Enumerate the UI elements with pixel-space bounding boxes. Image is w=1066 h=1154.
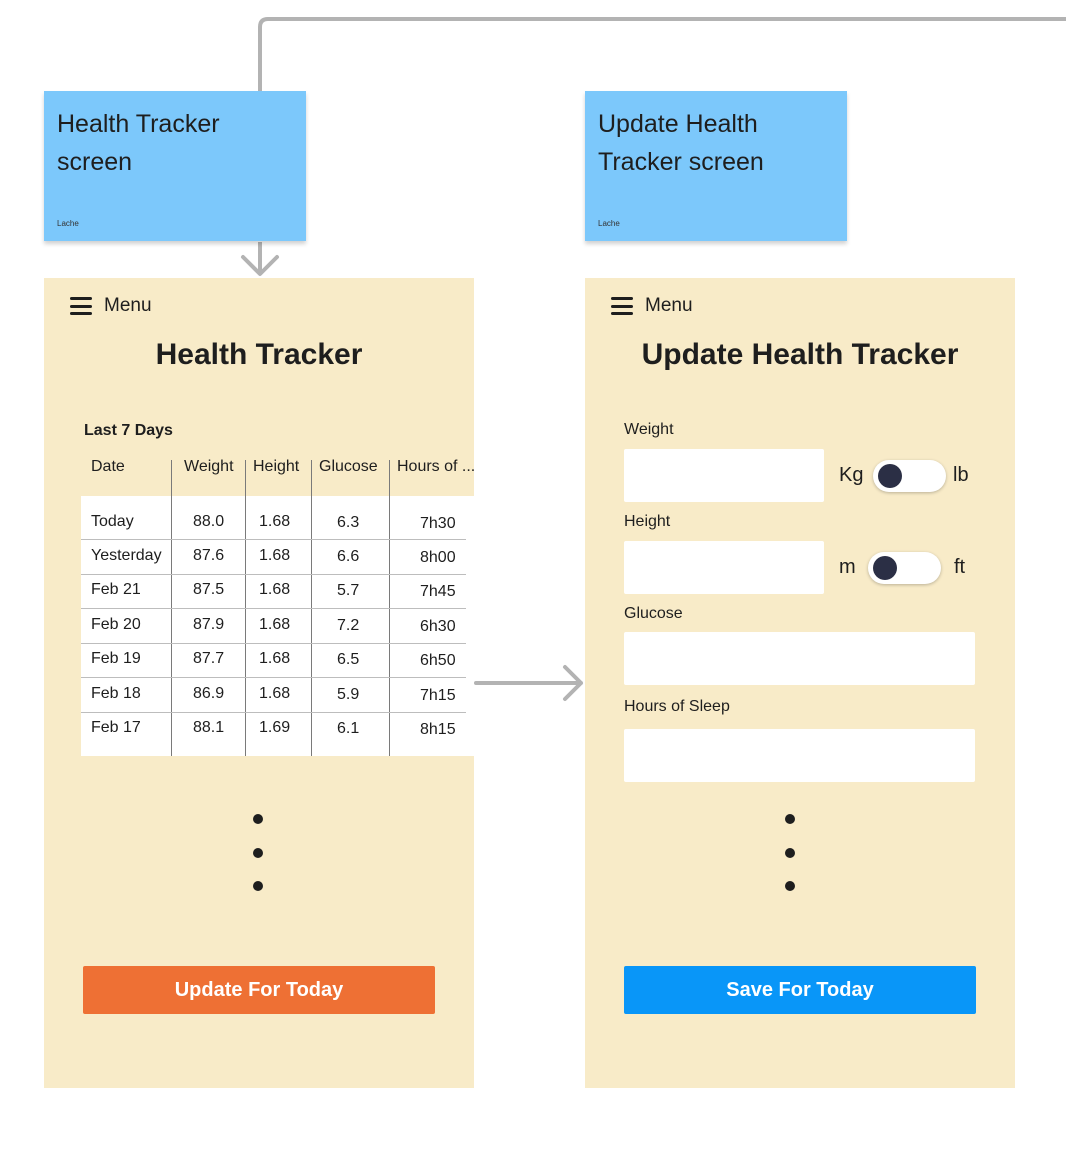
row-divider [81, 677, 466, 678]
page-title: Update Health Tracker [641, 338, 959, 371]
cell-glucose: 7.2 [337, 617, 360, 634]
row-divider [81, 608, 466, 609]
unit-kg-label: Kg [839, 464, 864, 486]
cell-hours-of-sleep: 8h00 [420, 549, 456, 566]
cell-height: 1.68 [259, 650, 291, 667]
column-header-weight[interactable]: Weight [184, 458, 234, 476]
cell-glucose: 6.1 [337, 720, 360, 737]
cell-weight: 86.9 [193, 685, 225, 702]
cell-hours-of-sleep: 7h15 [420, 687, 456, 704]
cell-height: 1.68 [259, 581, 291, 598]
cell-weight: 87.7 [193, 650, 225, 667]
sticky-note-update-health-tracker: Update Health Tracker screen Lache [585, 91, 847, 241]
row-divider [81, 574, 466, 575]
cell-glucose: 6.5 [337, 651, 360, 668]
cell-weight: 87.9 [193, 616, 225, 633]
hours-of-sleep-label: Hours of Sleep [624, 698, 730, 715]
cell-date: Feb 19 [91, 650, 141, 667]
cell-hours-of-sleep: 8h15 [420, 721, 456, 738]
arrow-right-connector [474, 665, 583, 701]
health-tracker-screen: Menu Health Tracker Last 7 Days Date Wei… [44, 278, 474, 1088]
cell-height: 1.69 [259, 719, 291, 736]
dot [785, 814, 795, 824]
cell-date: Feb 21 [91, 581, 141, 598]
cell-hours-of-sleep: 6h30 [420, 618, 456, 635]
menu-label: Menu [645, 295, 693, 316]
cell-glucose: 6.6 [337, 548, 360, 565]
height-label: Height [624, 513, 671, 530]
cell-height: 1.68 [259, 685, 291, 702]
cell-date: Feb 17 [91, 719, 141, 736]
cell-height: 1.68 [259, 616, 291, 633]
update-for-today-button[interactable]: Update For Today [83, 966, 435, 1014]
cell-date: Yesterday [91, 547, 162, 564]
menu-button[interactable]: Menu [611, 294, 693, 318]
cell-height: 1.68 [259, 513, 291, 530]
row-divider [81, 643, 466, 644]
dot [785, 848, 795, 858]
ellipsis-dots [44, 812, 474, 892]
menu-label: Menu [104, 295, 152, 316]
unit-m-label: m [839, 556, 856, 578]
sticky-note-title: Health Tracker screen [57, 110, 220, 176]
cell-weight: 87.6 [193, 547, 225, 564]
sticky-note-health-tracker: Health Tracker screen Lache [44, 91, 306, 241]
dot [253, 881, 263, 891]
weight-label: Weight [624, 421, 674, 438]
cell-glucose: 5.7 [337, 582, 360, 599]
health-table: Date Weight Height Glucose Hours of ... … [81, 454, 474, 756]
toggle-knob [873, 556, 897, 580]
unit-ft-label: ft [954, 556, 966, 578]
hours-of-sleep-input[interactable] [624, 729, 975, 782]
height-unit-toggle[interactable] [868, 552, 941, 584]
dot [785, 881, 795, 891]
cell-hours-of-sleep: 7h30 [420, 515, 456, 532]
dot [253, 848, 263, 858]
column-header-hours-of-sleep[interactable]: Hours of ... [397, 458, 474, 476]
weight-unit-toggle[interactable] [873, 460, 946, 492]
unit-lb-label: lb [953, 464, 969, 486]
cell-date: Feb 18 [91, 685, 141, 702]
hamburger-menu-icon [611, 297, 633, 315]
glucose-input[interactable] [624, 632, 975, 685]
page-title: Health Tracker [155, 338, 363, 371]
cell-weight: 88.1 [193, 719, 225, 736]
sticky-note-author: Lache [57, 219, 79, 228]
sticky-note-title: Update Health Tracker screen [598, 110, 764, 176]
column-header-height[interactable]: Height [253, 458, 299, 476]
arrow-down-connector [241, 255, 279, 276]
cell-date: Feb 20 [91, 616, 141, 633]
cell-hours-of-sleep: 6h50 [420, 652, 456, 669]
column-header-glucose[interactable]: Glucose [319, 458, 378, 476]
height-input[interactable] [624, 541, 824, 594]
cell-glucose: 5.9 [337, 686, 360, 703]
row-divider [81, 539, 466, 540]
ellipsis-dots [585, 812, 1015, 892]
glucose-label: Glucose [624, 605, 683, 622]
weight-input[interactable] [624, 449, 824, 502]
cell-glucose: 6.3 [337, 514, 360, 531]
sticky-note-author: Lache [598, 219, 620, 228]
cell-weight: 88.0 [193, 513, 225, 530]
column-header-date[interactable]: Date [91, 458, 125, 476]
table-caption: Last 7 Days [84, 422, 173, 439]
cell-weight: 87.5 [193, 581, 225, 598]
menu-button[interactable]: Menu [70, 294, 152, 318]
cell-hours-of-sleep: 7h45 [420, 583, 456, 600]
cell-date: Today [91, 513, 134, 530]
hamburger-menu-icon [70, 297, 92, 315]
row-divider [81, 712, 466, 713]
update-health-tracker-screen: Menu Update Health Tracker Weight Kg lb … [585, 278, 1015, 1088]
toggle-knob [878, 464, 902, 488]
cell-height: 1.68 [259, 547, 291, 564]
dot [253, 814, 263, 824]
save-for-today-button[interactable]: Save For Today [624, 966, 976, 1014]
